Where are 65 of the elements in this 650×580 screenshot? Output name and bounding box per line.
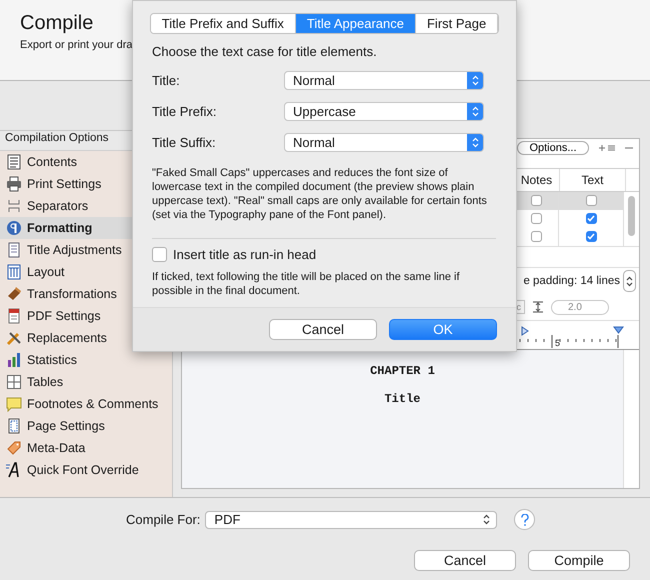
layout-icon: [6, 264, 22, 280]
bar-chart-icon: [6, 352, 22, 368]
window-title: Compile: [20, 12, 94, 35]
case-select[interactable]: Normal: [284, 71, 484, 90]
instruction-text: Choose the text case for title elements.: [152, 44, 378, 59]
compile-button[interactable]: Compile: [528, 550, 630, 571]
checkbox[interactable]: [586, 231, 597, 242]
tab[interactable]: Title Appearance: [296, 14, 416, 33]
compile-for-label: Compile For:: [126, 512, 200, 527]
window-subtitle: Export or print your dra: [20, 39, 132, 51]
help-icon: [520, 514, 529, 526]
tag-icon: [6, 440, 22, 456]
note-icon: [6, 396, 22, 412]
sidebar-item[interactable]: Page Settings: [0, 415, 172, 437]
up-down-arrows-icon: [472, 106, 478, 117]
preview-text: CHAPTER 1: [370, 364, 435, 378]
case-select[interactable]: Uppercase: [284, 102, 484, 121]
table-row[interactable]: [514, 192, 624, 210]
cancel-button[interactable]: Cancel: [269, 319, 377, 340]
help-button[interactable]: [514, 509, 536, 530]
padding-label: e padding: 14 lines: [523, 275, 620, 287]
compile-for-select[interactable]: PDF: [205, 510, 498, 528]
printer-icon: [6, 176, 22, 192]
table-row[interactable]: [514, 210, 624, 228]
checkbox[interactable]: [586, 213, 597, 224]
list-icon: [6, 154, 22, 170]
column-header: Text: [560, 168, 626, 190]
up-down-arrows-icon: [626, 276, 633, 286]
document-icon: [6, 242, 22, 258]
up-down-arrows-icon: [483, 514, 490, 525]
case-select[interactable]: Normal: [284, 133, 484, 152]
add-icon[interactable]: [599, 144, 615, 152]
sidebar-item[interactable]: Tables: [0, 371, 172, 393]
sidebar-item[interactable]: Footnotes & Comments: [0, 393, 172, 415]
up-down-arrows-icon: [472, 75, 478, 86]
tab[interactable]: Title Prefix and Suffix: [150, 14, 296, 33]
up-down-arrows-icon: [472, 137, 478, 148]
table-icon: [6, 374, 22, 390]
page-icon: [6, 418, 22, 434]
line-spacing-icon: [533, 301, 543, 313]
font-icon: [6, 462, 22, 478]
sidebar-item[interactable]: Meta-Data: [0, 437, 172, 459]
sidebar-item[interactable]: Statistics: [0, 349, 172, 371]
separator-icon: [6, 198, 22, 214]
cancel-button[interactable]: Cancel: [414, 550, 516, 571]
checkbox[interactable]: [530, 213, 542, 224]
preview-text: Title: [384, 392, 420, 406]
blocks-icon: [6, 286, 22, 302]
checkbox[interactable]: [530, 231, 542, 242]
hint-text: If ticked, text following the title will be placed on the same line if possible in the final document.: [152, 270, 461, 298]
checkbox[interactable]: [530, 195, 542, 206]
field-label: Title:: [152, 73, 181, 88]
field-label: Title Prefix:: [152, 104, 218, 119]
sidebar-item[interactable]: Replacements: [0, 327, 172, 349]
sidebar-item[interactable]: Quick Font Override: [0, 459, 172, 481]
sidebar-item[interactable]: PDF Settings: [0, 305, 172, 327]
ruler-number: 5: [555, 338, 560, 348]
checkbox[interactable]: [152, 247, 167, 262]
scrollbar-thumb[interactable]: [628, 196, 635, 236]
padding-stepper[interactable]: [623, 270, 636, 292]
tools-icon: [6, 330, 22, 346]
pilcrow-icon: [6, 220, 22, 236]
checkbox[interactable]: [586, 195, 597, 206]
pdf-document-icon: [6, 308, 22, 324]
options-button[interactable]: Options...: [517, 141, 589, 155]
